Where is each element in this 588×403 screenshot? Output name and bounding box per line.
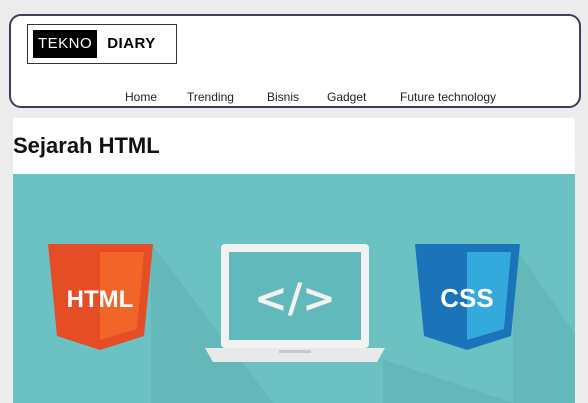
hero-image: HTML </> CSS (13, 174, 575, 403)
nav-item-gadget[interactable]: Gadget (327, 90, 366, 104)
nav-item-future-technology[interactable]: Future technology (400, 90, 496, 104)
laptop-shadow (383, 359, 513, 403)
site-header: TEKNO DIARY Home Trending Bisnis Gadget … (9, 14, 581, 108)
css3-icon: CSS (415, 244, 520, 350)
nav-item-trending[interactable]: Trending (187, 90, 234, 104)
logo-tekno-text: TEKNO (33, 30, 98, 58)
page-title: Sejarah HTML (13, 133, 160, 158)
main-nav: Home Trending Bisnis Gadget Future techn… (11, 90, 579, 106)
css-badge-text: CSS (440, 283, 493, 313)
code-symbol-text: </> (254, 276, 336, 322)
laptop-trackpad (279, 350, 311, 353)
html5-icon: HTML (48, 244, 153, 350)
html-badge-text: HTML (67, 286, 134, 313)
hero-illustration: HTML </> CSS (48, 244, 575, 403)
site-logo[interactable]: TEKNO DIARY (27, 24, 177, 64)
nav-item-home[interactable]: Home (125, 90, 157, 104)
article-content: Sejarah HTML HTML </> CSS (13, 118, 575, 403)
logo-diary-text: DIARY (107, 35, 156, 52)
nav-item-bisnis[interactable]: Bisnis (267, 90, 299, 104)
css-shadow (513, 244, 575, 403)
laptop-icon: </> (205, 244, 385, 362)
